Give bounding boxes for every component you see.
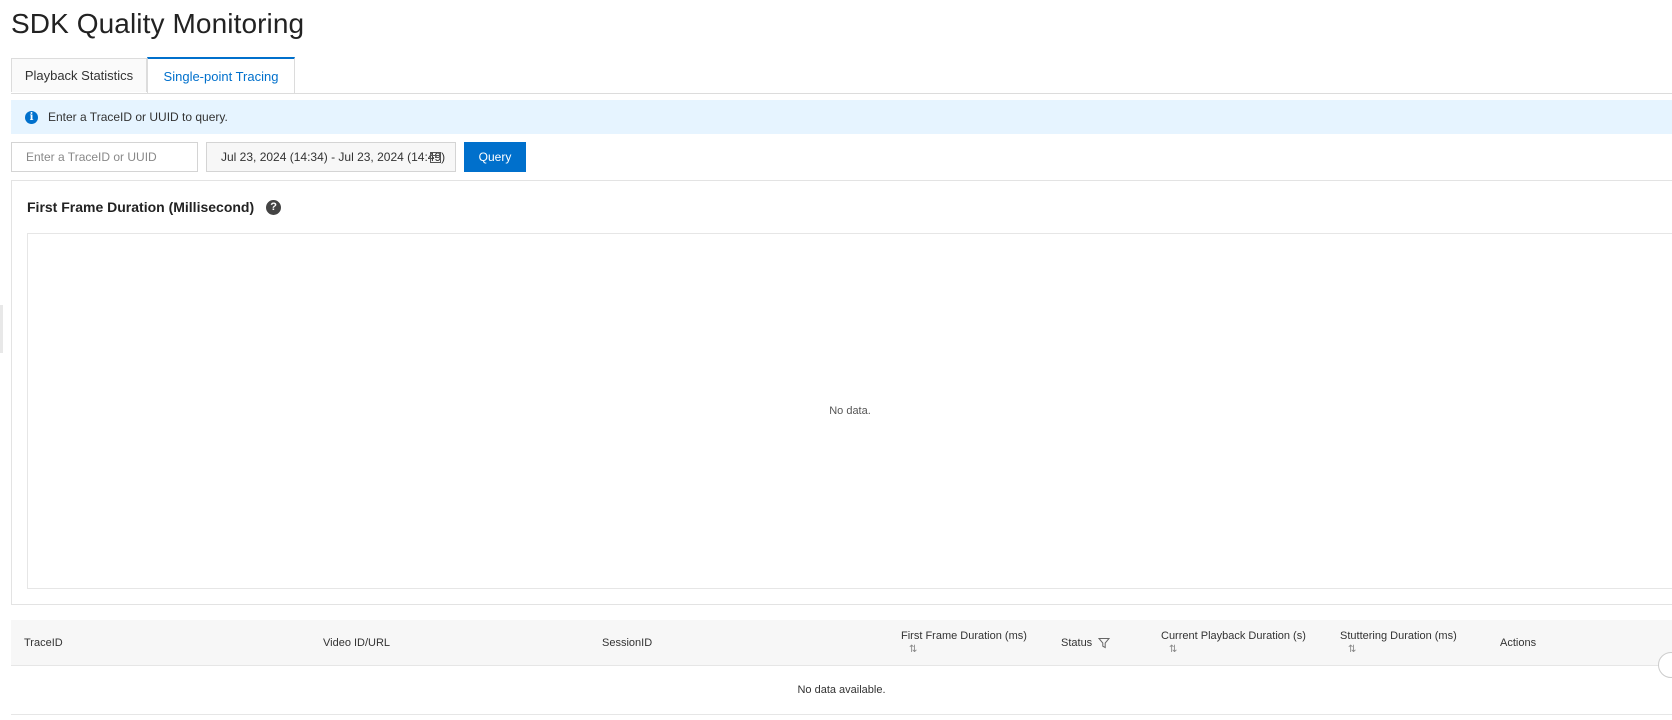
page-title: SDK Quality Monitoring [11, 8, 305, 39]
column-header-sessionid: SessionID [602, 620, 652, 665]
page: SDK Quality Monitoring Playback Statisti… [0, 0, 1672, 720]
tab-playback-statistics[interactable]: Playback Statistics [11, 58, 147, 92]
sidebar-collapse-handle[interactable] [0, 305, 3, 353]
table-empty-text: No data available. [797, 684, 886, 696]
column-label: Status [1061, 636, 1093, 649]
column-header-first-frame-duration: First Frame Duration (ms) ⇅ [901, 620, 1027, 665]
column-header-video-id: Video ID/URL [323, 620, 390, 665]
chart-area: No data. [27, 233, 1672, 589]
date-range-value: Jul 23, 2024 (14:34) - Jul 23, 2024 (14:… [221, 150, 446, 164]
sort-icon[interactable]: ⇅ [1169, 644, 1178, 655]
chart-empty-text: No data. [829, 405, 871, 417]
column-label: SessionID [602, 636, 653, 649]
column-header-actions: Actions [1500, 620, 1536, 665]
column-label: Current Playback Duration (s) [1161, 630, 1306, 642]
tab-single-point-tracing[interactable]: Single-point Tracing [147, 57, 295, 93]
column-header-current-playback-duration: Current Playback Duration (s) ⇅ [1161, 620, 1306, 665]
column-header-stuttering-duration: Stuttering Duration (ms) ⇅ [1340, 620, 1457, 665]
first-frame-chart-card: First Frame Duration (Millisecond) ? No … [11, 180, 1672, 605]
column-label: Video ID/URL [323, 636, 391, 649]
info-icon: i [25, 110, 38, 124]
column-header-status: Status [1061, 620, 1111, 665]
chart-title: First Frame Duration (Millisecond) ? [27, 199, 282, 215]
tab-bar: Playback Statistics Single-point Tracing [11, 57, 1672, 94]
column-label: TraceID [24, 636, 63, 649]
column-label: First Frame Duration (ms) [901, 630, 1027, 642]
help-icon[interactable]: ? [266, 199, 282, 215]
date-range-picker[interactable]: Jul 23, 2024 (14:34) - Jul 23, 2024 (14:… [206, 142, 456, 172]
query-button[interactable]: Query [464, 142, 526, 172]
alert-text: Enter a TraceID or UUID to query. [48, 110, 228, 124]
chart-title-text: First Frame Duration (Millisecond) [27, 199, 255, 215]
info-alert: i Enter a TraceID or UUID to query. [11, 100, 1672, 134]
column-label: Actions [1500, 636, 1537, 649]
column-label: Stuttering Duration (ms) [1340, 630, 1457, 642]
traceid-search-input[interactable] [11, 142, 198, 172]
column-header-traceid: TraceID [24, 620, 63, 665]
filter-icon[interactable] [1098, 637, 1111, 649]
sort-icon[interactable]: ⇅ [909, 644, 918, 655]
sort-icon[interactable]: ⇅ [1348, 644, 1357, 655]
table-header: TraceID Video ID/URL SessionID First Fra… [11, 620, 1672, 666]
table-empty-row: No data available. [11, 666, 1672, 715]
calendar-icon[interactable] [430, 152, 441, 163]
